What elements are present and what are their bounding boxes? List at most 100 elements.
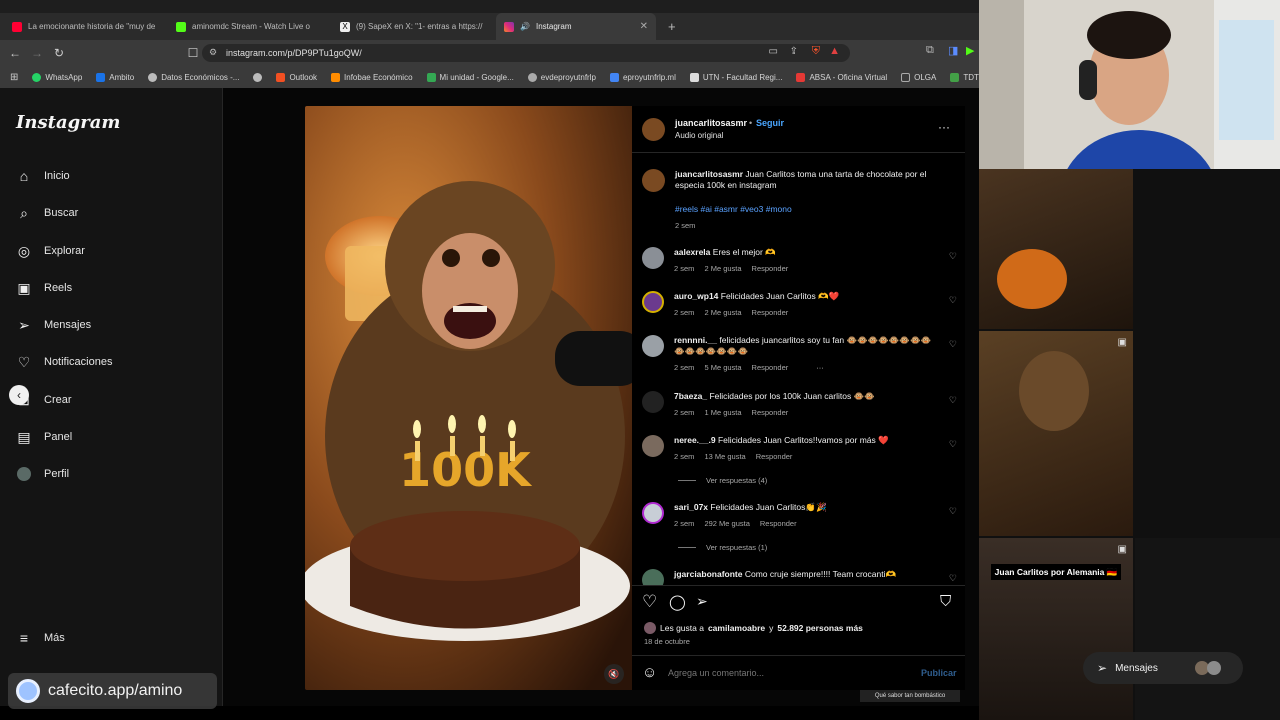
bookmark-utn[interactable]: UTN - Facultad Regi... (689, 72, 782, 82)
comment-likes[interactable]: 5 Me gusta (704, 362, 741, 373)
comment-input[interactable] (668, 664, 908, 682)
share-icon[interactable]: ⇪ (790, 46, 798, 57)
like-comment-icon[interactable]: ♡ (949, 395, 957, 406)
follow-button[interactable]: Seguir (756, 118, 784, 128)
like-icon[interactable]: ♡ (642, 592, 657, 612)
view-replies-button[interactable]: Ver respuestas (4) (678, 476, 767, 485)
comment-icon[interactable]: ◯ (669, 593, 686, 611)
bookmark-tdt[interactable]: TDT - (950, 72, 979, 82)
close-tab-icon[interactable]: ✕ (640, 21, 648, 32)
cast-icon[interactable]: ▭ (769, 46, 778, 57)
tab-youtube[interactable]: La emocionante historia de "muy de (4, 13, 164, 40)
like-comment-icon[interactable]: ♡ (949, 573, 957, 584)
extensions-icon[interactable]: ⧉ (926, 44, 934, 57)
caption-avatar[interactable] (642, 169, 665, 192)
thumbnail-alemania[interactable]: ▣ Juan Carlitos por Alemania 🇩🇪 (979, 538, 1133, 720)
reply-button[interactable]: Responder (752, 362, 789, 373)
messages-button[interactable]: ➢ Mensajes (1083, 652, 1243, 684)
bookmark-drive[interactable]: Mi unidad - Google... (426, 72, 514, 82)
commenter-avatar[interactable] (642, 247, 664, 269)
comment-username[interactable]: rennnni.__ (674, 335, 717, 345)
like-comment-icon[interactable]: ♡ (949, 295, 957, 306)
apps-icon[interactable]: ⊞ (10, 72, 18, 83)
previous-post-button[interactable]: ‹ (9, 385, 29, 405)
comment-username[interactable]: auro_wp14 (674, 291, 718, 301)
comment-likes[interactable]: 2 Me gusta (704, 307, 741, 318)
bookmark-absa[interactable]: ABSA - Oficina Virtual (796, 72, 887, 82)
commenter-avatar[interactable] (642, 291, 664, 313)
sidebar-item-reels[interactable]: ▣ Reels (16, 280, 72, 296)
bookmark-whatsapp[interactable]: WhatsApp (32, 72, 82, 82)
comment-username[interactable]: sari_07x (674, 502, 708, 512)
back-icon[interactable]: ← (4, 42, 26, 64)
comment-likes[interactable]: 13 Me gusta (704, 451, 745, 462)
bookmark-eproy[interactable]: eproyutnfrlp.ml (609, 72, 676, 82)
sidebar-item-notificaciones[interactable]: ♡ Notificaciones (16, 354, 113, 370)
bookmark-globe[interactable] (253, 72, 263, 82)
like-comment-icon[interactable]: ♡ (949, 439, 957, 450)
thumbnail-monkey-cake[interactable]: ▣ (979, 331, 1133, 536)
bookmark-infobae[interactable]: Infobae Económico (331, 72, 413, 82)
like-comment-icon[interactable]: ♡ (949, 251, 957, 262)
reply-button[interactable]: Responder (752, 307, 789, 318)
bookmark-olga[interactable]: OLGA (901, 72, 936, 82)
tab-instagram[interactable]: 🔊 Instagram ✕ (496, 13, 656, 40)
like-comment-icon[interactable]: ♡ (949, 506, 957, 517)
reply-button[interactable]: Responder (752, 263, 789, 274)
hashtags[interactable]: #reels #ai #asmr #veo3 #mono (675, 204, 955, 215)
comment-username[interactable]: jgarciabonafonte (674, 569, 742, 579)
site-info-icon[interactable]: ⚙ (209, 47, 217, 58)
commenter-avatar[interactable] (642, 335, 664, 357)
liker-username[interactable]: camilamoabre (708, 623, 765, 633)
author-username[interactable]: juancarlitosasmr (675, 118, 747, 128)
reply-button[interactable]: Responder (756, 451, 793, 462)
bookmark-outlook[interactable]: Outlook (276, 72, 317, 82)
sidebar-item-explorar[interactable]: ◎ Explorar (16, 243, 85, 259)
share-post-icon[interactable]: ➢ (696, 593, 708, 610)
more-options-icon[interactable]: ··· (938, 120, 950, 134)
reply-button[interactable]: Responder (752, 407, 789, 418)
liker-avatar[interactable] (644, 622, 656, 634)
bookmark-ambito[interactable]: Ambito (96, 72, 134, 82)
comment-likes[interactable]: 1 Me gusta (704, 407, 741, 418)
sidebar-item-panel[interactable]: ▤ Panel (16, 429, 72, 445)
sidebar-item-mensajes[interactable]: ➢ Mensajes (16, 317, 91, 333)
address-bar[interactable]: ⚙ instagram.com/p/DP9PTu1goQW/ ▭ ⇪ ⛨ ▲ (202, 44, 850, 62)
reload-icon[interactable]: ↻ (48, 42, 70, 64)
post-video[interactable]: 100K 🔇 (305, 106, 632, 690)
comment-username[interactable]: aalexrela (674, 247, 710, 257)
comment-likes[interactable]: 2 Me gusta (704, 263, 741, 274)
like-comment-icon[interactable]: ♡ (949, 339, 957, 350)
sidebar-item-mas[interactable]: ≡ Más (16, 630, 65, 646)
view-replies-button[interactable]: Ver respuestas (1) (678, 543, 767, 552)
extension-icon[interactable]: ◨ (948, 44, 958, 57)
forward-icon[interactable]: → (26, 42, 48, 64)
commenter-avatar[interactable] (642, 435, 664, 457)
bookmark-page-icon[interactable]: ☐ (182, 42, 204, 64)
comment-likes[interactable]: 292 Me gusta (704, 518, 749, 529)
new-tab-button[interactable]: + (660, 13, 684, 40)
reply-button[interactable]: Responder (760, 518, 797, 529)
audio-label[interactable]: Audio original (675, 131, 723, 140)
likes-count[interactable]: 52.892 personas más (777, 623, 863, 633)
caption-username[interactable]: juancarlitosasmr (675, 169, 743, 179)
author-avatar[interactable] (642, 118, 665, 141)
commenter-avatar[interactable] (642, 502, 664, 524)
tab-x[interactable]: X (9) SapeX en X: "1- entras a https:// (332, 13, 492, 40)
extension-kick-icon[interactable]: ▶ (966, 44, 974, 57)
tab-kick[interactable]: aminomdc Stream - Watch Live o (168, 13, 328, 40)
save-icon[interactable]: ⛉ (940, 593, 951, 610)
bookmark-evdeproy[interactable]: evdeproyutnfrlp (527, 72, 596, 82)
thumbnail-halloween[interactable] (979, 169, 1133, 329)
sidebar-item-perfil[interactable]: Perfil (16, 466, 69, 482)
sidebar-item-buscar[interactable]: ⌕ Buscar (16, 205, 78, 221)
rewards-icon[interactable]: ▲ (829, 45, 840, 57)
mute-icon[interactable]: 🔇 (604, 664, 624, 684)
comment-more-icon[interactable]: ··· (816, 362, 824, 373)
commenter-avatar[interactable] (642, 569, 664, 585)
instagram-logo[interactable]: Instagram (16, 112, 120, 133)
comment-username[interactable]: 7baeza_ (674, 391, 707, 401)
comment-username[interactable]: neree.__.9 (674, 435, 716, 445)
commenter-avatar[interactable] (642, 391, 664, 413)
bookmark-datos[interactable]: Datos Económicos -... (148, 72, 239, 82)
